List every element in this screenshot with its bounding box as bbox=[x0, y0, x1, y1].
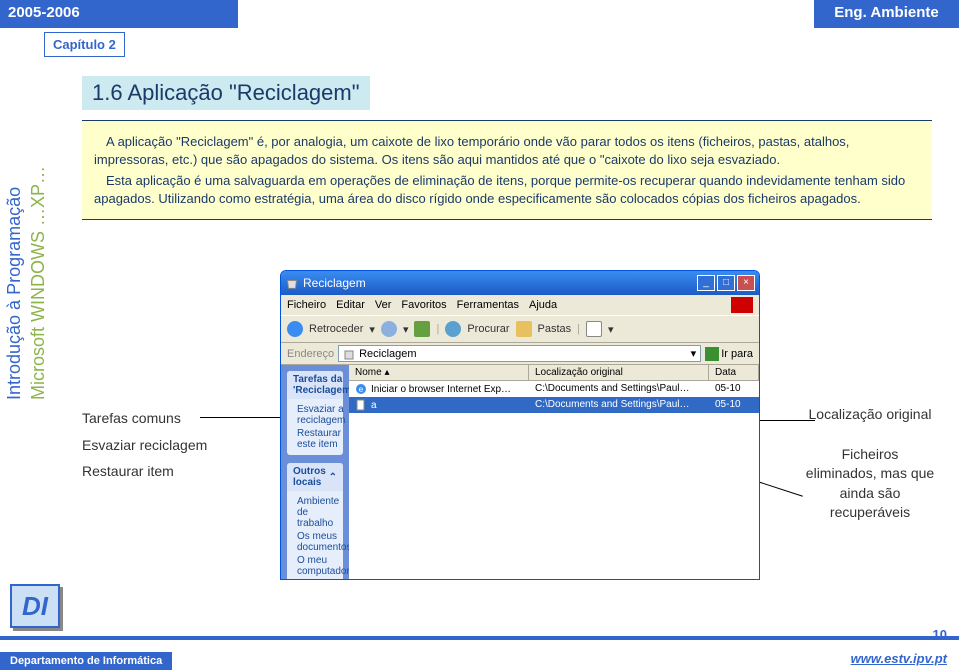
up-icon[interactable] bbox=[414, 321, 430, 337]
recycle-bin-icon bbox=[285, 276, 299, 290]
go-label: Ir para bbox=[721, 348, 753, 360]
chapter-label: Capítulo 2 bbox=[44, 32, 125, 57]
annotation-localizacao: Localização original bbox=[805, 405, 935, 425]
annotation-line bbox=[200, 417, 280, 418]
di-logo: DI bbox=[10, 584, 60, 628]
close-button[interactable]: × bbox=[737, 275, 755, 291]
address-dropdown-icon[interactable]: ▾ bbox=[691, 347, 697, 360]
search-button[interactable]: Procurar bbox=[467, 323, 509, 335]
annotation-ficheiros: Ficheiros eliminados, mas que ainda são … bbox=[805, 445, 935, 523]
content-box: A aplicação "Reciclagem" é, por analogia… bbox=[82, 120, 932, 220]
panel-header[interactable]: Tarefas da 'Reciclagem'⌃ bbox=[287, 371, 343, 399]
year-header: 2005-2006 bbox=[0, 0, 238, 28]
forward-icon[interactable] bbox=[381, 321, 397, 337]
address-field[interactable]: Reciclagem ▾ bbox=[338, 345, 701, 362]
folders-icon[interactable] bbox=[516, 321, 532, 337]
window-reciclagem: Reciclagem _ □ × Ficheiro Editar Ver Fav… bbox=[280, 270, 760, 580]
file-row[interactable]: eIniciar o browser Internet Exp… C:\Docu… bbox=[349, 381, 759, 397]
course-header: Eng. Ambiente bbox=[814, 0, 959, 28]
tasks-sidebar: Tarefas da 'Reciclagem'⌃ Esvaziar a reci… bbox=[281, 365, 349, 579]
panel-tarefas: Tarefas da 'Reciclagem'⌃ Esvaziar a reci… bbox=[287, 371, 343, 455]
vertical-os: Microsoft WINDOWS …XP… bbox=[28, 166, 49, 400]
vertical-subject: Introdução à Programação bbox=[4, 187, 25, 400]
menu-ver[interactable]: Ver bbox=[375, 299, 392, 311]
task-esvaziar[interactable]: Esvaziar a reciclagem bbox=[293, 403, 337, 427]
address-label: Endereço bbox=[287, 348, 334, 360]
file-icon bbox=[355, 399, 367, 411]
left-annotations: Tarefas comuns Esvaziar reciclagem Resta… bbox=[82, 405, 207, 485]
window-title: Reciclagem bbox=[303, 276, 695, 290]
annotation-line bbox=[755, 420, 815, 421]
panel-header[interactable]: Outros locais⌃ bbox=[287, 463, 343, 491]
go-button[interactable]: Ir para bbox=[705, 347, 753, 361]
back-dropdown-icon[interactable]: ▾ bbox=[369, 323, 375, 336]
place-computador[interactable]: O meu computador bbox=[293, 554, 337, 578]
svg-text:e: e bbox=[359, 385, 364, 394]
file-list: Nome ▴ Localização original Data eInicia… bbox=[349, 365, 759, 579]
back-button[interactable]: Retroceder bbox=[309, 323, 363, 335]
window-titlebar[interactable]: Reciclagem _ □ × bbox=[281, 271, 759, 295]
place-rede[interactable]: Os meus locais na rede bbox=[293, 578, 337, 579]
go-icon bbox=[705, 347, 719, 361]
paragraph-1: A aplicação "Reciclagem" é, por analogia… bbox=[94, 133, 920, 168]
address-bar: Endereço Reciclagem ▾ Ir para bbox=[281, 343, 759, 365]
address-value: Reciclagem bbox=[359, 348, 416, 360]
recycle-bin-icon bbox=[343, 348, 355, 360]
maximize-button[interactable]: □ bbox=[717, 275, 735, 291]
annotation-esvaziar: Esvaziar reciclagem bbox=[82, 432, 207, 459]
toolbar: Retroceder ▾ ▾ | Procurar Pastas | ▾ bbox=[281, 315, 759, 343]
panel-outros-locais: Outros locais⌃ Ambiente de trabalho Os m… bbox=[287, 463, 343, 579]
menu-bar: Ficheiro Editar Ver Favoritos Ferramenta… bbox=[281, 295, 759, 315]
col-localizacao[interactable]: Localização original bbox=[529, 365, 709, 380]
menu-editar[interactable]: Editar bbox=[336, 299, 365, 311]
place-ambiente[interactable]: Ambiente de trabalho bbox=[293, 495, 337, 530]
file-row[interactable]: a C:\Documents and Settings\Paul… 05-10 bbox=[349, 397, 759, 413]
paragraph-2: Esta aplicação é uma salvaguarda em oper… bbox=[94, 172, 920, 207]
department-label: Departamento de Informática bbox=[0, 652, 172, 670]
windows-logo-icon bbox=[731, 297, 753, 313]
annotation-tarefas: Tarefas comuns bbox=[82, 405, 207, 432]
ie-icon: e bbox=[355, 383, 367, 395]
footer-url: www.estv.ipv.pt bbox=[851, 651, 947, 666]
right-annotations: Localização original Ficheiros eliminado… bbox=[805, 405, 935, 523]
back-icon[interactable] bbox=[287, 321, 303, 337]
views-dropdown-icon[interactable]: ▾ bbox=[608, 323, 614, 336]
annotation-restaurar: Restaurar item bbox=[82, 458, 207, 485]
minimize-button[interactable]: _ bbox=[697, 275, 715, 291]
col-nome[interactable]: Nome ▴ bbox=[349, 365, 529, 380]
page-number: 10 bbox=[933, 627, 947, 642]
collapse-icon[interactable]: ⌃ bbox=[329, 472, 337, 483]
place-documentos[interactable]: Os meus documentos bbox=[293, 530, 337, 554]
menu-ajuda[interactable]: Ajuda bbox=[529, 299, 557, 311]
section-title: 1.6 Aplicação "Reciclagem" bbox=[82, 76, 370, 110]
menu-ferramentas[interactable]: Ferramentas bbox=[457, 299, 519, 311]
folders-button[interactable]: Pastas bbox=[538, 323, 572, 335]
menu-favoritos[interactable]: Favoritos bbox=[401, 299, 446, 311]
col-data[interactable]: Data bbox=[709, 365, 759, 380]
views-icon[interactable] bbox=[586, 321, 602, 337]
menu-ficheiro[interactable]: Ficheiro bbox=[287, 299, 326, 311]
forward-dropdown-icon[interactable]: ▾ bbox=[403, 323, 409, 336]
task-restaurar[interactable]: Restaurar este item bbox=[293, 427, 337, 451]
search-icon[interactable] bbox=[445, 321, 461, 337]
column-headers: Nome ▴ Localização original Data bbox=[349, 365, 759, 381]
